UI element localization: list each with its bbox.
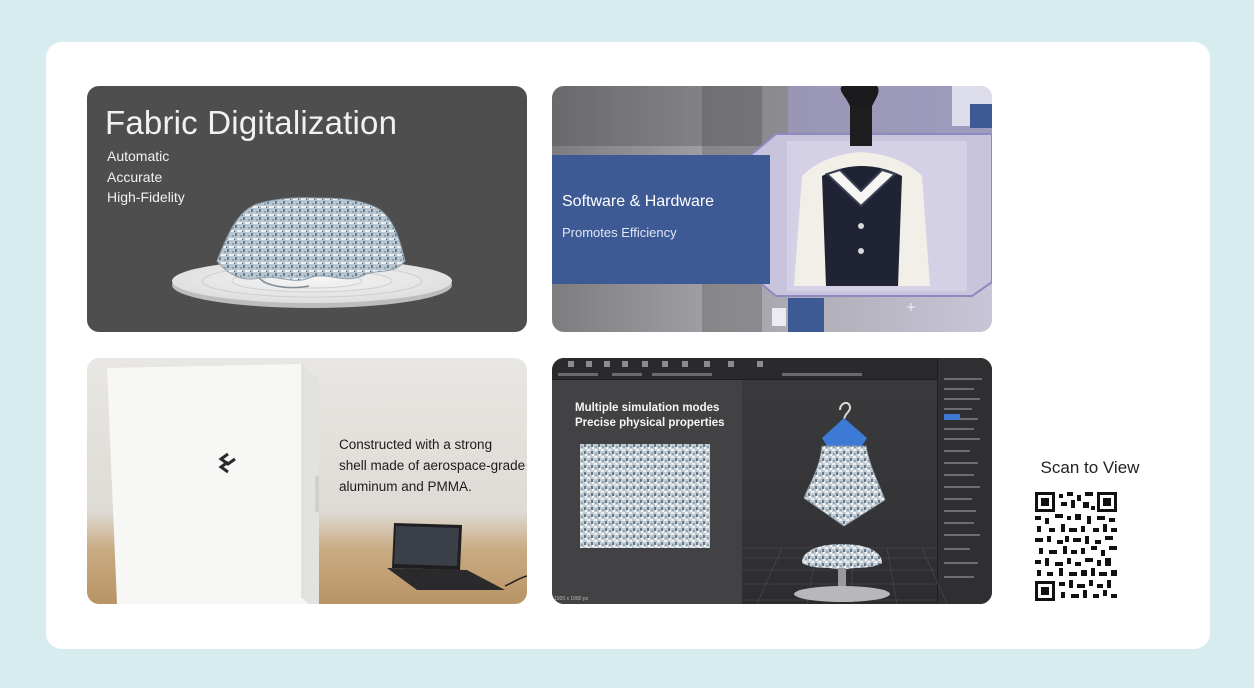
software-screenshot-illustration xyxy=(558,361,982,604)
device-caption: Constructed with a strong shell made of … xyxy=(339,434,527,497)
headline: Software & Hardware xyxy=(562,193,715,210)
headline-band: Software & Hardware Promotes Efficiency xyxy=(552,155,770,284)
feature-accurate: Accurate xyxy=(107,169,163,185)
feature-automatic: Automatic xyxy=(107,148,170,164)
subline: Promotes Efficiency xyxy=(562,225,677,240)
software-hardware-tile[interactable]: Software & Hardware Promotes Efficiency xyxy=(552,86,992,332)
tile-title: Fabric Digitalization xyxy=(105,104,398,141)
qr-code-icon[interactable] xyxy=(1035,492,1117,601)
feature-high-fidelity: High-Fidelity xyxy=(107,189,185,205)
simulation-software-tile[interactable]: Multiple simulation modes Precise physic… xyxy=(552,358,992,604)
status-bar-text: 1920 x 1080 px xyxy=(554,596,589,602)
simulation-headline-1: Multiple simulation modes xyxy=(575,402,720,414)
caption-line-3: aluminum and PMMA. xyxy=(339,479,472,494)
simulation-headline-2: Precise physical properties xyxy=(575,417,725,429)
caption-line-1: Constructed with a strong xyxy=(339,437,493,452)
fabric-digitalization-tile[interactable]: Fabric Digitalization Automatic Accurate… xyxy=(87,86,527,332)
caption-line-2: shell made of aerospace-grade xyxy=(339,458,526,473)
qr-label: Scan to View xyxy=(1040,458,1140,477)
hardware-device-tile[interactable]: Constructed with a strong shell made of … xyxy=(87,358,527,604)
